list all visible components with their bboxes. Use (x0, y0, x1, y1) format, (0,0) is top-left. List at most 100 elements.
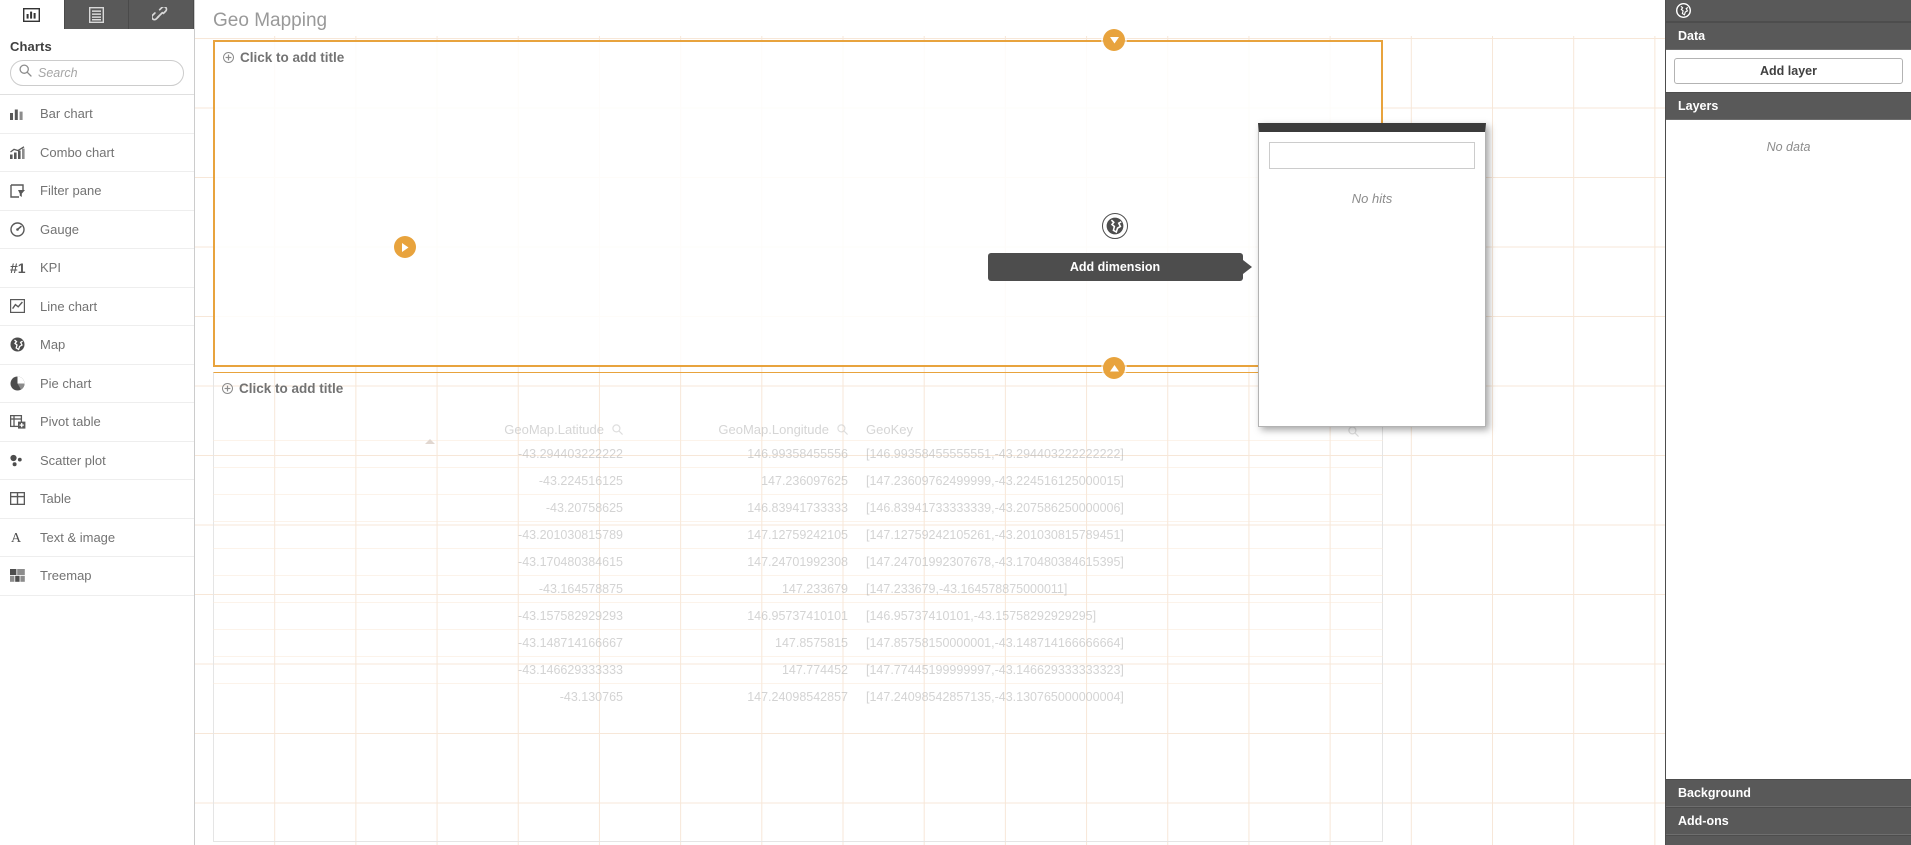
combo-chart-icon (10, 146, 32, 159)
chart-item-map[interactable]: Map (0, 326, 194, 365)
map-object-title[interactable]: Click to add title (215, 42, 1381, 65)
add-layer-label: Add layer (1760, 64, 1817, 78)
field-search-input[interactable] (1269, 142, 1475, 169)
section-label: Background (1678, 786, 1751, 800)
properties-section-addons[interactable]: Add-ons (1666, 807, 1911, 835)
sort-ascending-icon (425, 439, 435, 444)
assets-search-wrapper (0, 60, 201, 94)
table-column-header-longitude[interactable]: GeoMap.Longitude (633, 422, 858, 440)
table-object-title[interactable]: Click to add title (214, 373, 1382, 396)
chart-item-text-image[interactable]: A Text & image (0, 519, 194, 557)
table-row[interactable]: -43.20758625 146.83941733333 [146.839417… (213, 494, 1383, 521)
search-icon[interactable] (1348, 426, 1359, 437)
cell-latitude: -43.146629333333 (518, 663, 623, 677)
cell-longitude: 147.774452 (781, 663, 848, 677)
resize-handle-bottom[interactable] (1103, 357, 1125, 379)
resize-handle-left[interactable] (394, 236, 416, 258)
chart-item-label: Bar chart (40, 106, 93, 122)
chart-item-pie-chart[interactable]: Pie chart (0, 365, 194, 403)
cell-geokey: [147.23609762499999,-43.224516125000015] (866, 474, 1124, 488)
pivot-table-icon (10, 414, 32, 429)
chart-item-scatter-plot[interactable]: Scatter plot (0, 442, 194, 480)
table-column-header-geokey[interactable]: GeoKey (858, 422, 1233, 440)
cell-longitude: 147.233679 (781, 582, 848, 596)
search-input[interactable] (38, 66, 201, 80)
sheet-canvas[interactable]: Geo Mapping Click to add title Click to … (195, 0, 1665, 845)
properties-section-data[interactable]: Data (1666, 22, 1911, 50)
table-row[interactable]: -43.201030815789 147.12759242105 [147.12… (213, 521, 1383, 548)
table-row[interactable]: -43.146629333333 147.774452 [147.7744519… (213, 656, 1383, 683)
properties-panel: Data Add layer Layers No data Background… (1665, 0, 1911, 845)
search-icon (19, 64, 38, 82)
cell-spacer (1233, 441, 1383, 467)
chart-item-table[interactable]: Table (0, 480, 194, 519)
add-dimension-button[interactable]: Add dimension (987, 253, 1252, 281)
chart-type-list: Bar chart Combo chart Filter pane Gauge … (0, 94, 194, 845)
tab-master-items[interactable] (129, 0, 195, 29)
cell-longitude: 146.99358455556 (747, 447, 848, 461)
chart-item-gauge[interactable]: Gauge (0, 211, 194, 249)
table-row[interactable]: -43.224516125 147.236097625 [147.2360976… (213, 467, 1383, 494)
chart-item-kpi[interactable]: #1 KPI (0, 249, 194, 288)
chart-item-label: Table (40, 491, 72, 507)
cell-geokey: [146.95737410101,-43.15758292929295] (866, 609, 1097, 623)
table-column-header-extra[interactable] (1233, 426, 1383, 440)
cell-geokey: [147.24701992307678,-43.170480384615395] (866, 555, 1124, 569)
cell-spacer (1233, 522, 1383, 548)
chart-item-label: Map (40, 337, 66, 353)
chart-item-label: Pie chart (40, 375, 92, 391)
cell-geokey: [147.77445199999997,-43.146629333333323] (866, 663, 1124, 677)
cell-latitude: -43.148714166667 (518, 636, 623, 650)
chart-item-line-chart[interactable]: Line chart (0, 288, 194, 326)
table-row[interactable]: -43.170480384615 147.24701992308 [147.24… (213, 548, 1383, 575)
resize-handle-top[interactable] (1103, 29, 1125, 51)
table-column-header-latitude[interactable]: GeoMap.Latitude (213, 422, 633, 440)
search-box[interactable] (10, 60, 201, 86)
map-object-container[interactable]: Click to add title (213, 40, 1383, 367)
table-row[interactable]: -43.294403222222 146.99358455556 [146.99… (213, 440, 1383, 467)
properties-panel-header (1666, 0, 1911, 22)
map-placeholder: Add dimension (985, 213, 1252, 281)
properties-section-appearance[interactable]: Appearance (1666, 835, 1911, 845)
column-label: GeoMap.Latitude (504, 422, 604, 437)
chart-item-label: Gauge (40, 221, 80, 237)
map-globe-icon (1102, 213, 1128, 239)
properties-bottom-sections: Background Add-ons Appearance (1666, 779, 1911, 845)
chart-item-combo-chart[interactable]: Combo chart (0, 134, 194, 172)
cell-geokey: [147.24098542857135,-43.130765000000004] (866, 690, 1124, 704)
table-row[interactable]: -43.130765 147.24098542857 [147.24098542… (213, 683, 1383, 710)
chart-item-label: Treemap (40, 568, 92, 584)
add-layer-button[interactable]: Add layer (1674, 58, 1903, 84)
field-picker-popover[interactable]: No hits (1258, 123, 1486, 427)
table-row[interactable]: -43.148714166667 147.8575815 [147.857581… (213, 629, 1383, 656)
table-row[interactable]: -43.164578875 147.233679 [147.233679,-43… (213, 575, 1383, 602)
chart-item-label: Pivot table (40, 414, 101, 430)
map-globe-icon (10, 337, 32, 352)
search-icon[interactable] (612, 424, 623, 435)
chart-item-label: Combo chart (40, 144, 115, 160)
cell-longitude: 147.236097625 (761, 474, 848, 488)
chart-item-bar-chart[interactable]: Bar chart (0, 95, 194, 134)
table-icon (10, 492, 32, 506)
cell-spacer (1233, 495, 1383, 521)
qlik-sheet-editor: Charts Search Bar chart Combo chart Filt… (0, 0, 1911, 845)
map-globe-icon (1676, 3, 1691, 18)
cell-spacer (1233, 603, 1383, 629)
chart-item-label: Line chart (40, 298, 98, 314)
bar-chart-icon (23, 7, 41, 22)
properties-section-background[interactable]: Background (1666, 779, 1911, 807)
cell-longitude: 146.95737410101 (747, 609, 848, 623)
table-row[interactable]: -43.157582929293 146.95737410101 [146.95… (213, 602, 1383, 629)
tab-fields[interactable] (65, 0, 130, 29)
section-label: Add-ons (1678, 814, 1729, 828)
section-label: Layers (1678, 99, 1719, 113)
chart-item-pivot-table[interactable]: Pivot table (0, 403, 194, 442)
chart-item-filter-pane[interactable]: Filter pane (0, 172, 194, 211)
properties-section-layers[interactable]: Layers (1666, 92, 1911, 120)
cell-geokey: [146.83941733333339,-43.207586250000006] (866, 501, 1124, 515)
search-icon[interactable] (837, 424, 848, 435)
chart-item-label: Text & image (40, 529, 116, 545)
kpi-icon: #1 (10, 259, 26, 276)
chart-item-treemap[interactable]: Treemap (0, 557, 194, 596)
tab-charts[interactable] (0, 0, 65, 29)
